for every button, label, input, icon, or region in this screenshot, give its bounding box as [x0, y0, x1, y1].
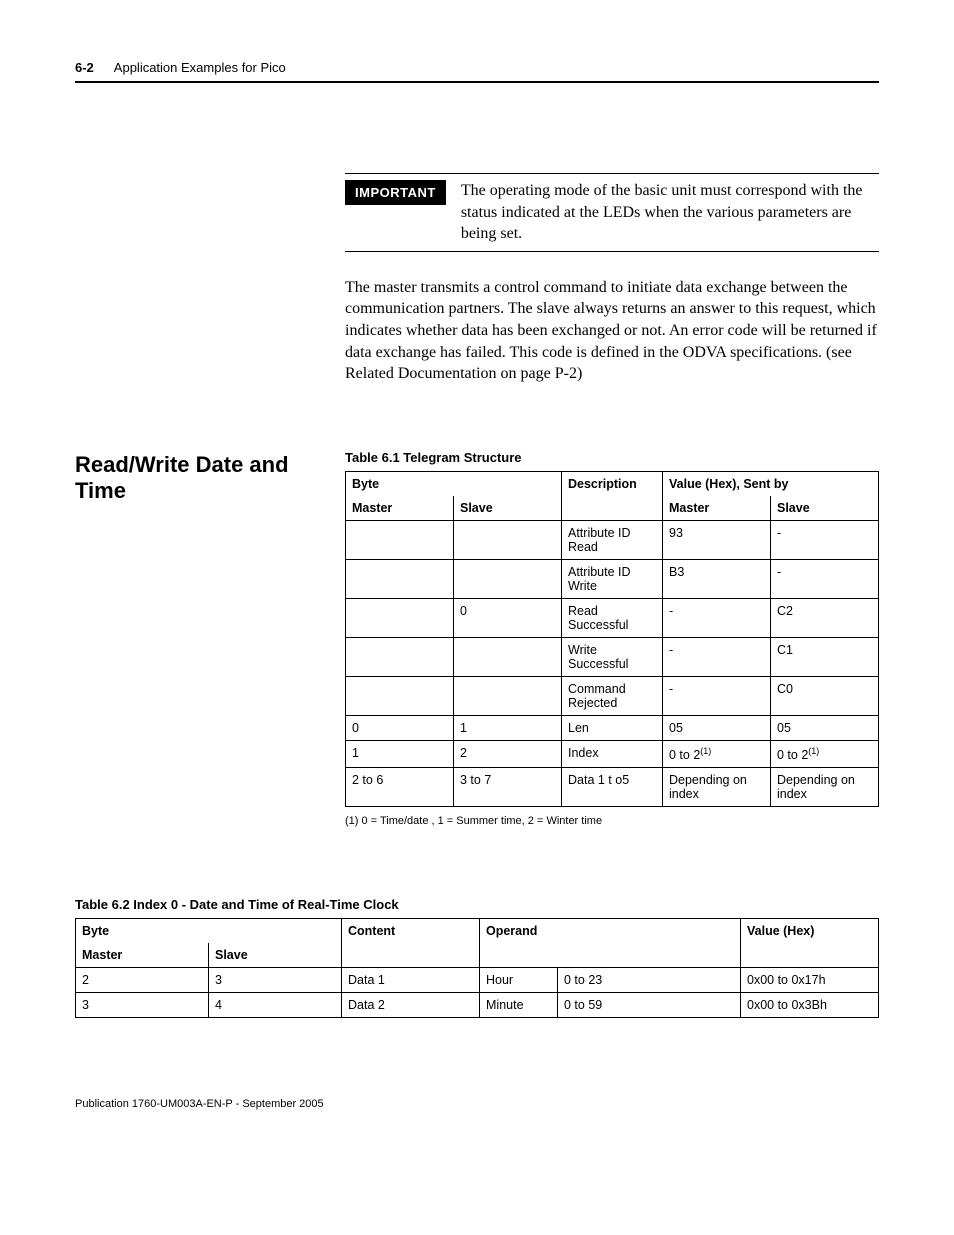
- page-number: 6-2: [75, 60, 94, 75]
- cell-vs: 0 to 2(1): [771, 740, 879, 767]
- table-row: Command Rejected - C0: [346, 676, 879, 715]
- cell-slave: [454, 637, 562, 676]
- cell-slave: 3 to 7: [454, 767, 562, 806]
- th-operand: Operand: [480, 918, 741, 967]
- section-read-write: Read/Write Date and Time Table 6.1 Teleg…: [75, 450, 879, 827]
- table1-caption: Table 6.1 Telegram Structure: [345, 450, 879, 465]
- cell-operand-range: 0 to 23: [558, 967, 741, 992]
- table1-footnote: (1) 0 = Time/date , 1 = Summer time, 2 =…: [345, 815, 879, 827]
- cell-vs: Depending on index: [771, 767, 879, 806]
- cell-slave: 4: [209, 992, 342, 1017]
- cell-value: 0x00 to 0x17h: [741, 967, 879, 992]
- cell-desc: Write Successful: [562, 637, 663, 676]
- cell-vm: B3: [663, 559, 771, 598]
- cell-content: Data 1: [342, 967, 480, 992]
- table-row: 0 Read Successful - C2: [346, 598, 879, 637]
- cell-slave: 3: [209, 967, 342, 992]
- cell-desc: Index: [562, 740, 663, 767]
- table-row: 2 3 Data 1 Hour 0 to 23 0x00 to 0x17h: [76, 967, 879, 992]
- chapter-title: Application Examples for Pico: [114, 60, 286, 75]
- th-byte: Byte: [76, 918, 342, 943]
- cell-vm: -: [663, 637, 771, 676]
- cell-master: [346, 520, 454, 559]
- th-byte: Byte: [346, 471, 562, 496]
- cell-vs: C2: [771, 598, 879, 637]
- section-heading: Read/Write Date and Time: [75, 452, 345, 504]
- cell-vm: Depending on index: [663, 767, 771, 806]
- cell-operand-range: 0 to 59: [558, 992, 741, 1017]
- cell-master: [346, 598, 454, 637]
- table-row: 3 4 Data 2 Minute 0 to 59 0x00 to 0x3Bh: [76, 992, 879, 1017]
- cell-master: 2: [76, 967, 209, 992]
- important-and-body-block: IMPORTANT The operating mode of the basi…: [75, 173, 879, 385]
- cell-content: Data 2: [342, 992, 480, 1017]
- publication-footer: Publication 1760-UM003A-EN-P - September…: [75, 1098, 879, 1110]
- cell-desc: Data 1 t o5: [562, 767, 663, 806]
- cell-desc: Attribute ID Read: [562, 520, 663, 559]
- cell-slave: 1: [454, 715, 562, 740]
- th-value: Value (Hex): [741, 918, 879, 967]
- cell-operand-name: Hour: [480, 967, 558, 992]
- table-telegram-structure: Byte Description Value (Hex), Sent by Ma…: [345, 471, 879, 807]
- cell-slave: 2: [454, 740, 562, 767]
- th-master: Master: [346, 496, 454, 521]
- cell-master: 3: [76, 992, 209, 1017]
- table-row: Attribute ID Read 93 -: [346, 520, 879, 559]
- table-row: 2 to 6 3 to 7 Data 1 t o5 Depending on i…: [346, 767, 879, 806]
- cell-desc: Attribute ID Write: [562, 559, 663, 598]
- cell-vm: -: [663, 598, 771, 637]
- page-header: 6-2 Application Examples for Pico: [75, 60, 879, 83]
- cell-master: [346, 676, 454, 715]
- cell-master: [346, 559, 454, 598]
- cell-vm: -: [663, 676, 771, 715]
- body-paragraph: The master transmits a control command t…: [345, 277, 879, 385]
- cell-master: 0: [346, 715, 454, 740]
- cell-vs: -: [771, 559, 879, 598]
- cell-slave: 0: [454, 598, 562, 637]
- cell-value: 0x00 to 0x3Bh: [741, 992, 879, 1017]
- table2-caption: Table 6.2 Index 0 - Date and Time of Rea…: [75, 897, 879, 912]
- cell-master: 2 to 6: [346, 767, 454, 806]
- th-slave: Slave: [209, 943, 342, 968]
- cell-vs: C0: [771, 676, 879, 715]
- cell-desc: Len: [562, 715, 663, 740]
- cell-master: 1: [346, 740, 454, 767]
- cell-vs: 05: [771, 715, 879, 740]
- th-value-master: Master: [663, 496, 771, 521]
- th-master: Master: [76, 943, 209, 968]
- table-row: Write Successful - C1: [346, 637, 879, 676]
- cell-vs: C1: [771, 637, 879, 676]
- cell-vm: 0 to 2(1): [663, 740, 771, 767]
- table-row: 1 2 Index 0 to 2(1) 0 to 2(1): [346, 740, 879, 767]
- cell-operand-name: Minute: [480, 992, 558, 1017]
- th-slave: Slave: [454, 496, 562, 521]
- th-value-slave: Slave: [771, 496, 879, 521]
- cell-vs: -: [771, 520, 879, 559]
- table-index0: Byte Content Operand Value (Hex) Master …: [75, 918, 879, 1018]
- table2-block: Table 6.2 Index 0 - Date and Time of Rea…: [75, 897, 879, 1018]
- important-callout: IMPORTANT The operating mode of the basi…: [345, 173, 879, 252]
- table-row: 0 1 Len 05 05: [346, 715, 879, 740]
- cell-desc: Read Successful: [562, 598, 663, 637]
- cell-master: [346, 637, 454, 676]
- th-description: Description: [562, 471, 663, 520]
- cell-slave: [454, 559, 562, 598]
- cell-vm: 93: [663, 520, 771, 559]
- th-content: Content: [342, 918, 480, 967]
- cell-vm: 05: [663, 715, 771, 740]
- important-text: The operating mode of the basic unit mus…: [461, 180, 879, 245]
- cell-desc: Command Rejected: [562, 676, 663, 715]
- important-label: IMPORTANT: [345, 180, 446, 205]
- th-value: Value (Hex), Sent by: [663, 471, 879, 496]
- cell-slave: [454, 676, 562, 715]
- table-row: Attribute ID Write B3 -: [346, 559, 879, 598]
- cell-slave: [454, 520, 562, 559]
